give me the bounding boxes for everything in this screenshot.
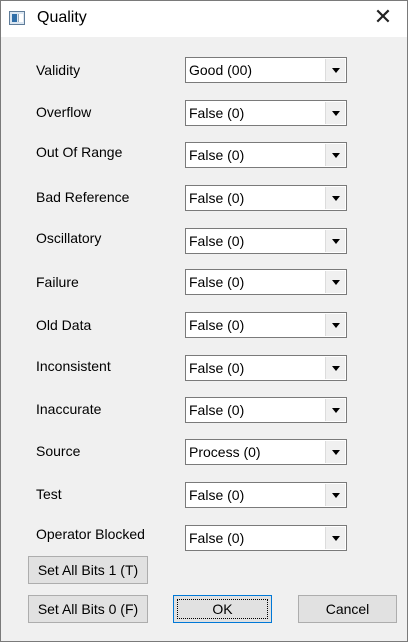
cancel-button[interactable]: Cancel xyxy=(298,595,397,623)
title-bar: Quality ✕ xyxy=(1,1,407,37)
chevron-down-icon[interactable] xyxy=(325,357,345,379)
operator-blocked-select[interactable]: False (0) xyxy=(185,525,347,551)
source-select[interactable]: Process (0) xyxy=(185,439,347,465)
failure-label: Failure xyxy=(36,274,79,290)
failure-value: False (0) xyxy=(189,274,245,290)
window-title: Quality xyxy=(37,9,87,26)
close-icon[interactable]: ✕ xyxy=(365,3,401,33)
chevron-down-icon[interactable] xyxy=(325,102,345,124)
chevron-down-icon[interactable] xyxy=(325,399,345,421)
inaccurate-select[interactable]: False (0) xyxy=(185,397,347,423)
chevron-down-icon[interactable] xyxy=(325,230,345,252)
oscillatory-value: False (0) xyxy=(189,233,245,249)
inaccurate-value: False (0) xyxy=(189,402,245,418)
set-all-bits-1-button[interactable]: Set All Bits 1 (T) xyxy=(28,556,148,584)
validity-select[interactable]: Good (00) xyxy=(185,57,347,83)
bad-reference-value: False (0) xyxy=(189,190,245,206)
overflow-label: Overflow xyxy=(36,104,92,120)
chevron-down-icon[interactable] xyxy=(325,144,345,166)
source-value: Process (0) xyxy=(189,444,261,460)
quality-dialog: Quality ✕ Validity Good (00) Overflow Fa… xyxy=(0,0,408,642)
bad-reference-select[interactable]: False (0) xyxy=(185,185,347,211)
inconsistent-value: False (0) xyxy=(189,360,245,376)
inaccurate-label: Inaccurate xyxy=(36,401,102,417)
oscillatory-label: Oscillatory xyxy=(36,230,102,246)
overflow-select[interactable]: False (0) xyxy=(185,100,347,126)
cancel-label: Cancel xyxy=(325,601,370,617)
set-all-bits-0-label: Set All Bits 0 (F) xyxy=(37,601,139,617)
out-of-range-label: Out Of Range xyxy=(36,144,123,160)
window-app-icon xyxy=(9,11,25,25)
operator-blocked-label: Operator Blocked xyxy=(36,526,145,542)
old-data-label: Old Data xyxy=(36,317,92,333)
test-value: False (0) xyxy=(189,487,245,503)
out-of-range-value: False (0) xyxy=(189,147,245,163)
test-label: Test xyxy=(36,486,62,502)
ok-button[interactable]: OK xyxy=(173,595,272,623)
set-all-bits-0-button[interactable]: Set All Bits 0 (F) xyxy=(28,595,148,623)
old-data-select[interactable]: False (0) xyxy=(185,312,347,338)
inconsistent-label: Inconsistent xyxy=(36,358,111,374)
old-data-value: False (0) xyxy=(189,317,245,333)
chevron-down-icon[interactable] xyxy=(325,484,345,506)
chevron-down-icon[interactable] xyxy=(325,441,345,463)
chevron-down-icon[interactable] xyxy=(325,314,345,336)
chevron-down-icon[interactable] xyxy=(325,527,345,549)
test-select[interactable]: False (0) xyxy=(185,482,347,508)
source-label: Source xyxy=(36,443,81,459)
validity-value: Good (00) xyxy=(189,62,253,78)
failure-select[interactable]: False (0) xyxy=(185,269,347,295)
validity-label: Validity xyxy=(36,62,81,78)
ok-label: OK xyxy=(212,601,233,617)
set-all-bits-1-label: Set All Bits 1 (T) xyxy=(37,562,139,578)
overflow-value: False (0) xyxy=(189,105,245,121)
bad-reference-label: Bad Reference xyxy=(36,189,130,205)
operator-blocked-value: False (0) xyxy=(189,530,245,546)
chevron-down-icon[interactable] xyxy=(325,187,345,209)
out-of-range-select[interactable]: False (0) xyxy=(185,142,347,168)
chevron-down-icon[interactable] xyxy=(325,59,345,81)
oscillatory-select[interactable]: False (0) xyxy=(185,228,347,254)
inconsistent-select[interactable]: False (0) xyxy=(185,355,347,381)
chevron-down-icon[interactable] xyxy=(325,271,345,293)
